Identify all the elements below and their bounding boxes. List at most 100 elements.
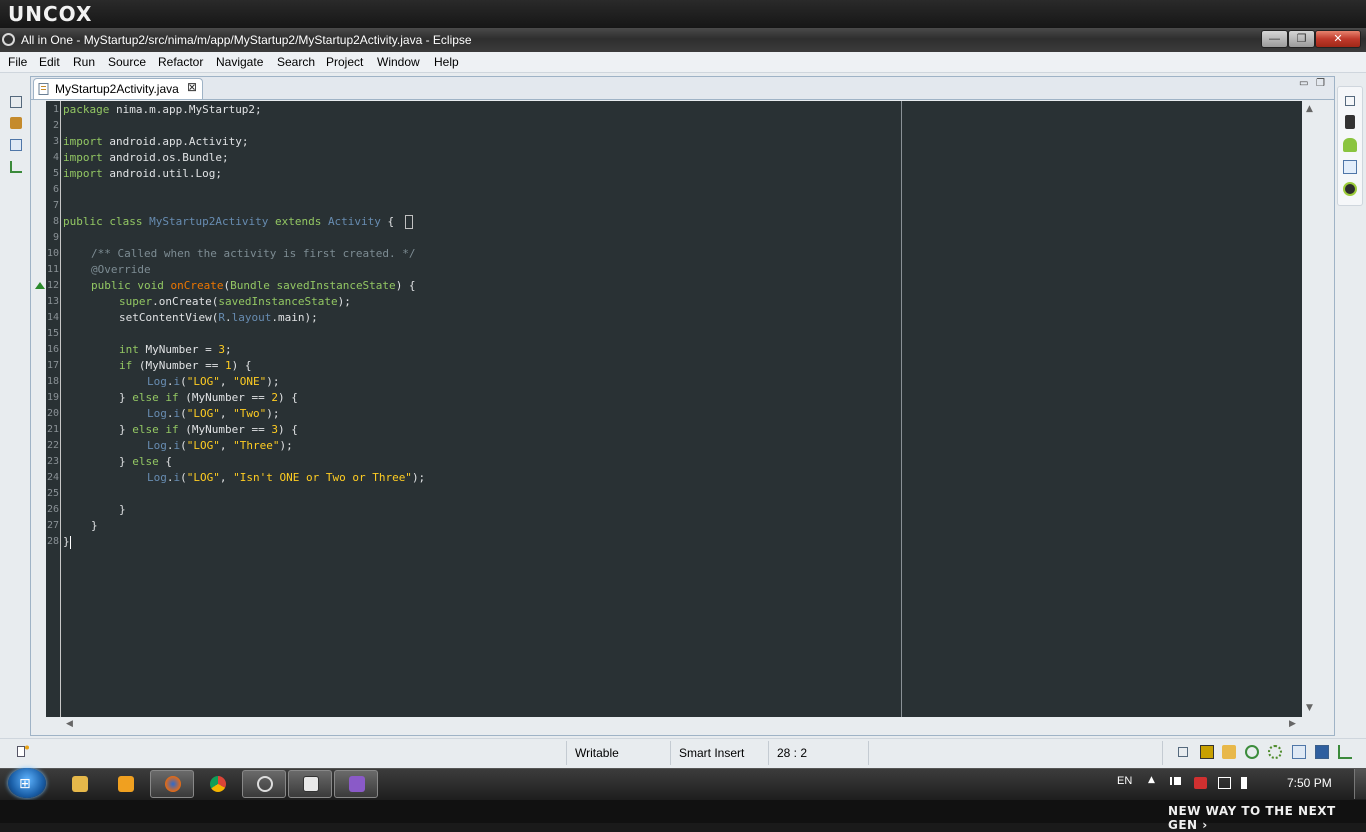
status-separator xyxy=(1162,741,1163,765)
restore-right-icon[interactable] xyxy=(1345,96,1355,106)
menu-source[interactable]: Source xyxy=(108,55,146,69)
pane-maximize-icon[interactable]: ❐ xyxy=(1316,78,1325,89)
window-title: All in One - MyStartup2/src/nima/m/app/M… xyxy=(21,33,472,47)
code-line: } xyxy=(91,519,98,532)
action-center-flag-icon[interactable] xyxy=(1170,777,1181,785)
debug-icon[interactable] xyxy=(1268,745,1282,759)
line-number: 23 xyxy=(46,456,59,467)
menu-window[interactable]: Window xyxy=(377,55,420,69)
menu-edit[interactable]: Edit xyxy=(39,55,60,69)
taskbar-chrome[interactable] xyxy=(196,770,240,798)
show-desktop-button[interactable] xyxy=(1354,769,1366,799)
menu-project[interactable]: Project xyxy=(326,55,363,69)
pane-minimize-icon[interactable]: ▭ xyxy=(1299,78,1308,89)
menu-navigate[interactable]: Navigate xyxy=(216,55,263,69)
code-line: int MyNumber = 3; xyxy=(119,343,232,356)
code-line: } xyxy=(63,535,70,548)
line-number: 17 xyxy=(46,360,59,371)
language-indicator[interactable]: EN xyxy=(1117,775,1132,787)
volume-icon[interactable] xyxy=(1241,777,1251,789)
taskbar-firefox[interactable] xyxy=(150,770,194,798)
antivirus-icon[interactable] xyxy=(1194,777,1207,789)
line-number: 8 xyxy=(52,216,59,227)
editor-tab-row xyxy=(31,77,1334,100)
package-explorer-icon[interactable] xyxy=(10,117,22,129)
line-number: 11 xyxy=(46,264,59,275)
line-number: 24 xyxy=(46,472,59,483)
taskbar-visual-studio[interactable] xyxy=(334,770,378,798)
menu-file[interactable]: File xyxy=(8,55,27,69)
code-line: } else { xyxy=(119,455,172,468)
logcat-icon[interactable] xyxy=(1245,745,1259,759)
code-line: import android.util.Log; xyxy=(63,167,222,180)
horizontal-scrollbar[interactable] xyxy=(46,717,1302,734)
layout-icon[interactable] xyxy=(1343,160,1357,174)
text-caret xyxy=(70,536,71,549)
vertical-scrollbar[interactable] xyxy=(1302,101,1332,717)
hierarchy-icon[interactable] xyxy=(10,161,22,173)
code-line: Log.i("LOG", "Three"); xyxy=(147,439,293,452)
minimize-button[interactable]: — xyxy=(1261,30,1288,48)
override-marker-icon[interactable] xyxy=(35,282,45,289)
line-number: 15 xyxy=(46,328,59,339)
code-line: Log.i("LOG", "Two"); xyxy=(147,407,280,420)
problems-icon[interactable] xyxy=(1292,745,1306,759)
line-number: 28 xyxy=(46,536,59,547)
close-button[interactable]: ✕ xyxy=(1315,30,1361,48)
menu-help[interactable]: Help xyxy=(434,55,459,69)
code-line: import android.os.Bundle; xyxy=(63,151,229,164)
system-clock[interactable]: 7:50 PM xyxy=(1287,776,1332,790)
menu-search[interactable]: Search xyxy=(277,55,315,69)
taskbar-eclipse[interactable] xyxy=(242,770,286,798)
device-icon[interactable] xyxy=(1345,115,1355,129)
code-line: Log.i("LOG", "Isn't ONE or Two or Three"… xyxy=(147,471,426,484)
restore-bottom-icon[interactable] xyxy=(1178,747,1188,757)
calculator-icon xyxy=(303,776,319,792)
ddms-icon[interactable] xyxy=(1343,182,1357,196)
status-separator xyxy=(670,741,671,765)
taskbar-media-player[interactable] xyxy=(104,770,148,798)
taskbar-calculator[interactable] xyxy=(288,770,332,798)
search-view-icon[interactable] xyxy=(1338,745,1352,759)
console-icon[interactable] xyxy=(1200,745,1214,759)
status-insert-mode: Smart Insert xyxy=(679,746,745,760)
outline-icon[interactable] xyxy=(10,139,22,151)
menu-bar xyxy=(0,52,1366,73)
line-number: 27 xyxy=(46,520,59,531)
network-icon[interactable] xyxy=(1218,777,1231,789)
visual-studio-icon xyxy=(349,776,365,792)
tagline-bar xyxy=(0,800,1366,823)
show-hidden-icons-icon[interactable]: ▲ xyxy=(1148,775,1155,785)
eclipse-app-icon[interactable] xyxy=(2,33,15,46)
code-line: public void onCreate(Bundle savedInstanc… xyxy=(91,279,416,292)
code-line: setContentView(R.layout.main); xyxy=(119,311,318,324)
android-icon[interactable] xyxy=(1343,138,1357,152)
menu-refactor[interactable]: Refactor xyxy=(158,55,203,69)
line-number: 25 xyxy=(46,488,59,499)
fast-view-icon[interactable] xyxy=(17,745,29,757)
menu-run[interactable]: Run xyxy=(73,55,95,69)
taskbar-explorer[interactable] xyxy=(58,770,102,798)
scroll-left-icon[interactable]: ◀ xyxy=(66,719,73,729)
brand-logo: UNCOX xyxy=(8,2,93,26)
scroll-right-icon[interactable]: ▶ xyxy=(1289,719,1296,729)
tab-close-icon[interactable]: ⊠ xyxy=(187,80,197,94)
brand-bar xyxy=(0,0,1366,28)
display-icon[interactable] xyxy=(1315,745,1329,759)
line-number: 18 xyxy=(46,376,59,387)
line-number: 2 xyxy=(52,120,59,131)
gutter-divider xyxy=(60,101,61,717)
code-line: @Override xyxy=(91,263,151,276)
windows-logo-icon: ⊞ xyxy=(19,776,31,792)
scroll-down-icon[interactable]: ▼ xyxy=(1306,703,1313,713)
folder-icon xyxy=(72,776,88,792)
status-separator xyxy=(566,741,567,765)
bracket-match-highlight xyxy=(405,215,413,229)
line-number: 26 xyxy=(46,504,59,515)
line-number: 21 xyxy=(46,424,59,435)
restore-icon[interactable] xyxy=(10,96,22,108)
scroll-up-icon[interactable]: ▲ xyxy=(1306,104,1313,114)
maximize-button[interactable]: ❐ xyxy=(1288,30,1315,48)
tasks-icon[interactable] xyxy=(1222,745,1236,759)
brand-tagline: NEW WAY TO THE NEXT GEN › xyxy=(1168,804,1336,832)
